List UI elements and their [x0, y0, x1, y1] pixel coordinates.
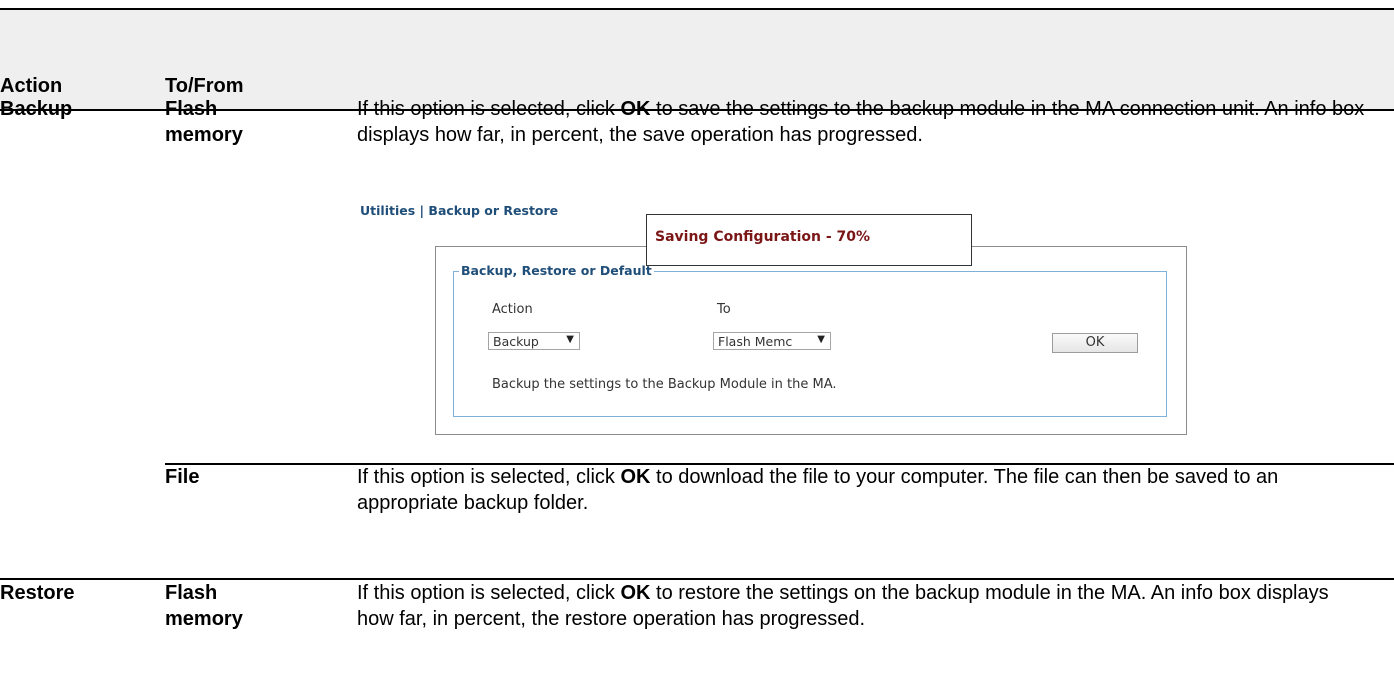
progress-text: Saving Configuration - 70% [655, 229, 871, 245]
desc-bold: OK [620, 466, 651, 488]
ok-button[interactable]: OK [1052, 333, 1138, 353]
action-label: Action [492, 302, 533, 317]
tofrom-line: Flash [165, 98, 218, 120]
to-select[interactable]: Flash Memc ▼ [713, 332, 831, 350]
tofrom-line: memory [165, 124, 243, 146]
column-header-tofrom: To/From [165, 75, 244, 97]
desc-text: If this option is selected, click [357, 582, 621, 604]
row-action-restore: Restore [0, 582, 75, 604]
breadcrumb[interactable]: Utilities | Backup or Restore [360, 203, 558, 218]
tofrom-line: File [165, 466, 200, 488]
tofrom-line: memory [165, 608, 243, 630]
to-select-value: Flash Memc [718, 334, 793, 349]
action-select[interactable]: Backup ▼ [488, 332, 580, 350]
desc-text: If this option is selected, click [357, 98, 621, 120]
action-description-note: Backup the settings to the Backup Module… [492, 377, 837, 392]
column-header-action: Action [0, 75, 63, 97]
row-tofrom-file: File [165, 464, 199, 490]
to-label: To [717, 302, 731, 317]
progress-info-box: Saving Configuration - 70% [646, 214, 972, 266]
desc-bold: OK [620, 582, 651, 604]
row-tofrom-flash-memory: Flash memory [165, 96, 243, 148]
chevron-down-icon: ▼ [566, 334, 574, 345]
row-description-restore-flash: If this option is selected, click OK to … [357, 580, 1367, 632]
fieldset-legend: Backup, Restore or Default [459, 263, 654, 278]
embedded-screenshot: Utilities | Backup or Restore Backup, Re… [357, 200, 1197, 440]
tofrom-line: Flash [165, 582, 218, 604]
chevron-down-icon: ▼ [817, 334, 825, 345]
row-description-backup-file: If this option is selected, click OK to … [357, 464, 1367, 516]
row-action-backup: Backup [0, 98, 73, 120]
desc-bold: OK [620, 98, 651, 120]
row-description-backup-flash: If this option is selected, click OK to … [357, 96, 1367, 148]
row-tofrom-flash-memory: Flash memory [165, 580, 243, 632]
action-select-value: Backup [493, 334, 539, 349]
desc-text: If this option is selected, click [357, 466, 621, 488]
